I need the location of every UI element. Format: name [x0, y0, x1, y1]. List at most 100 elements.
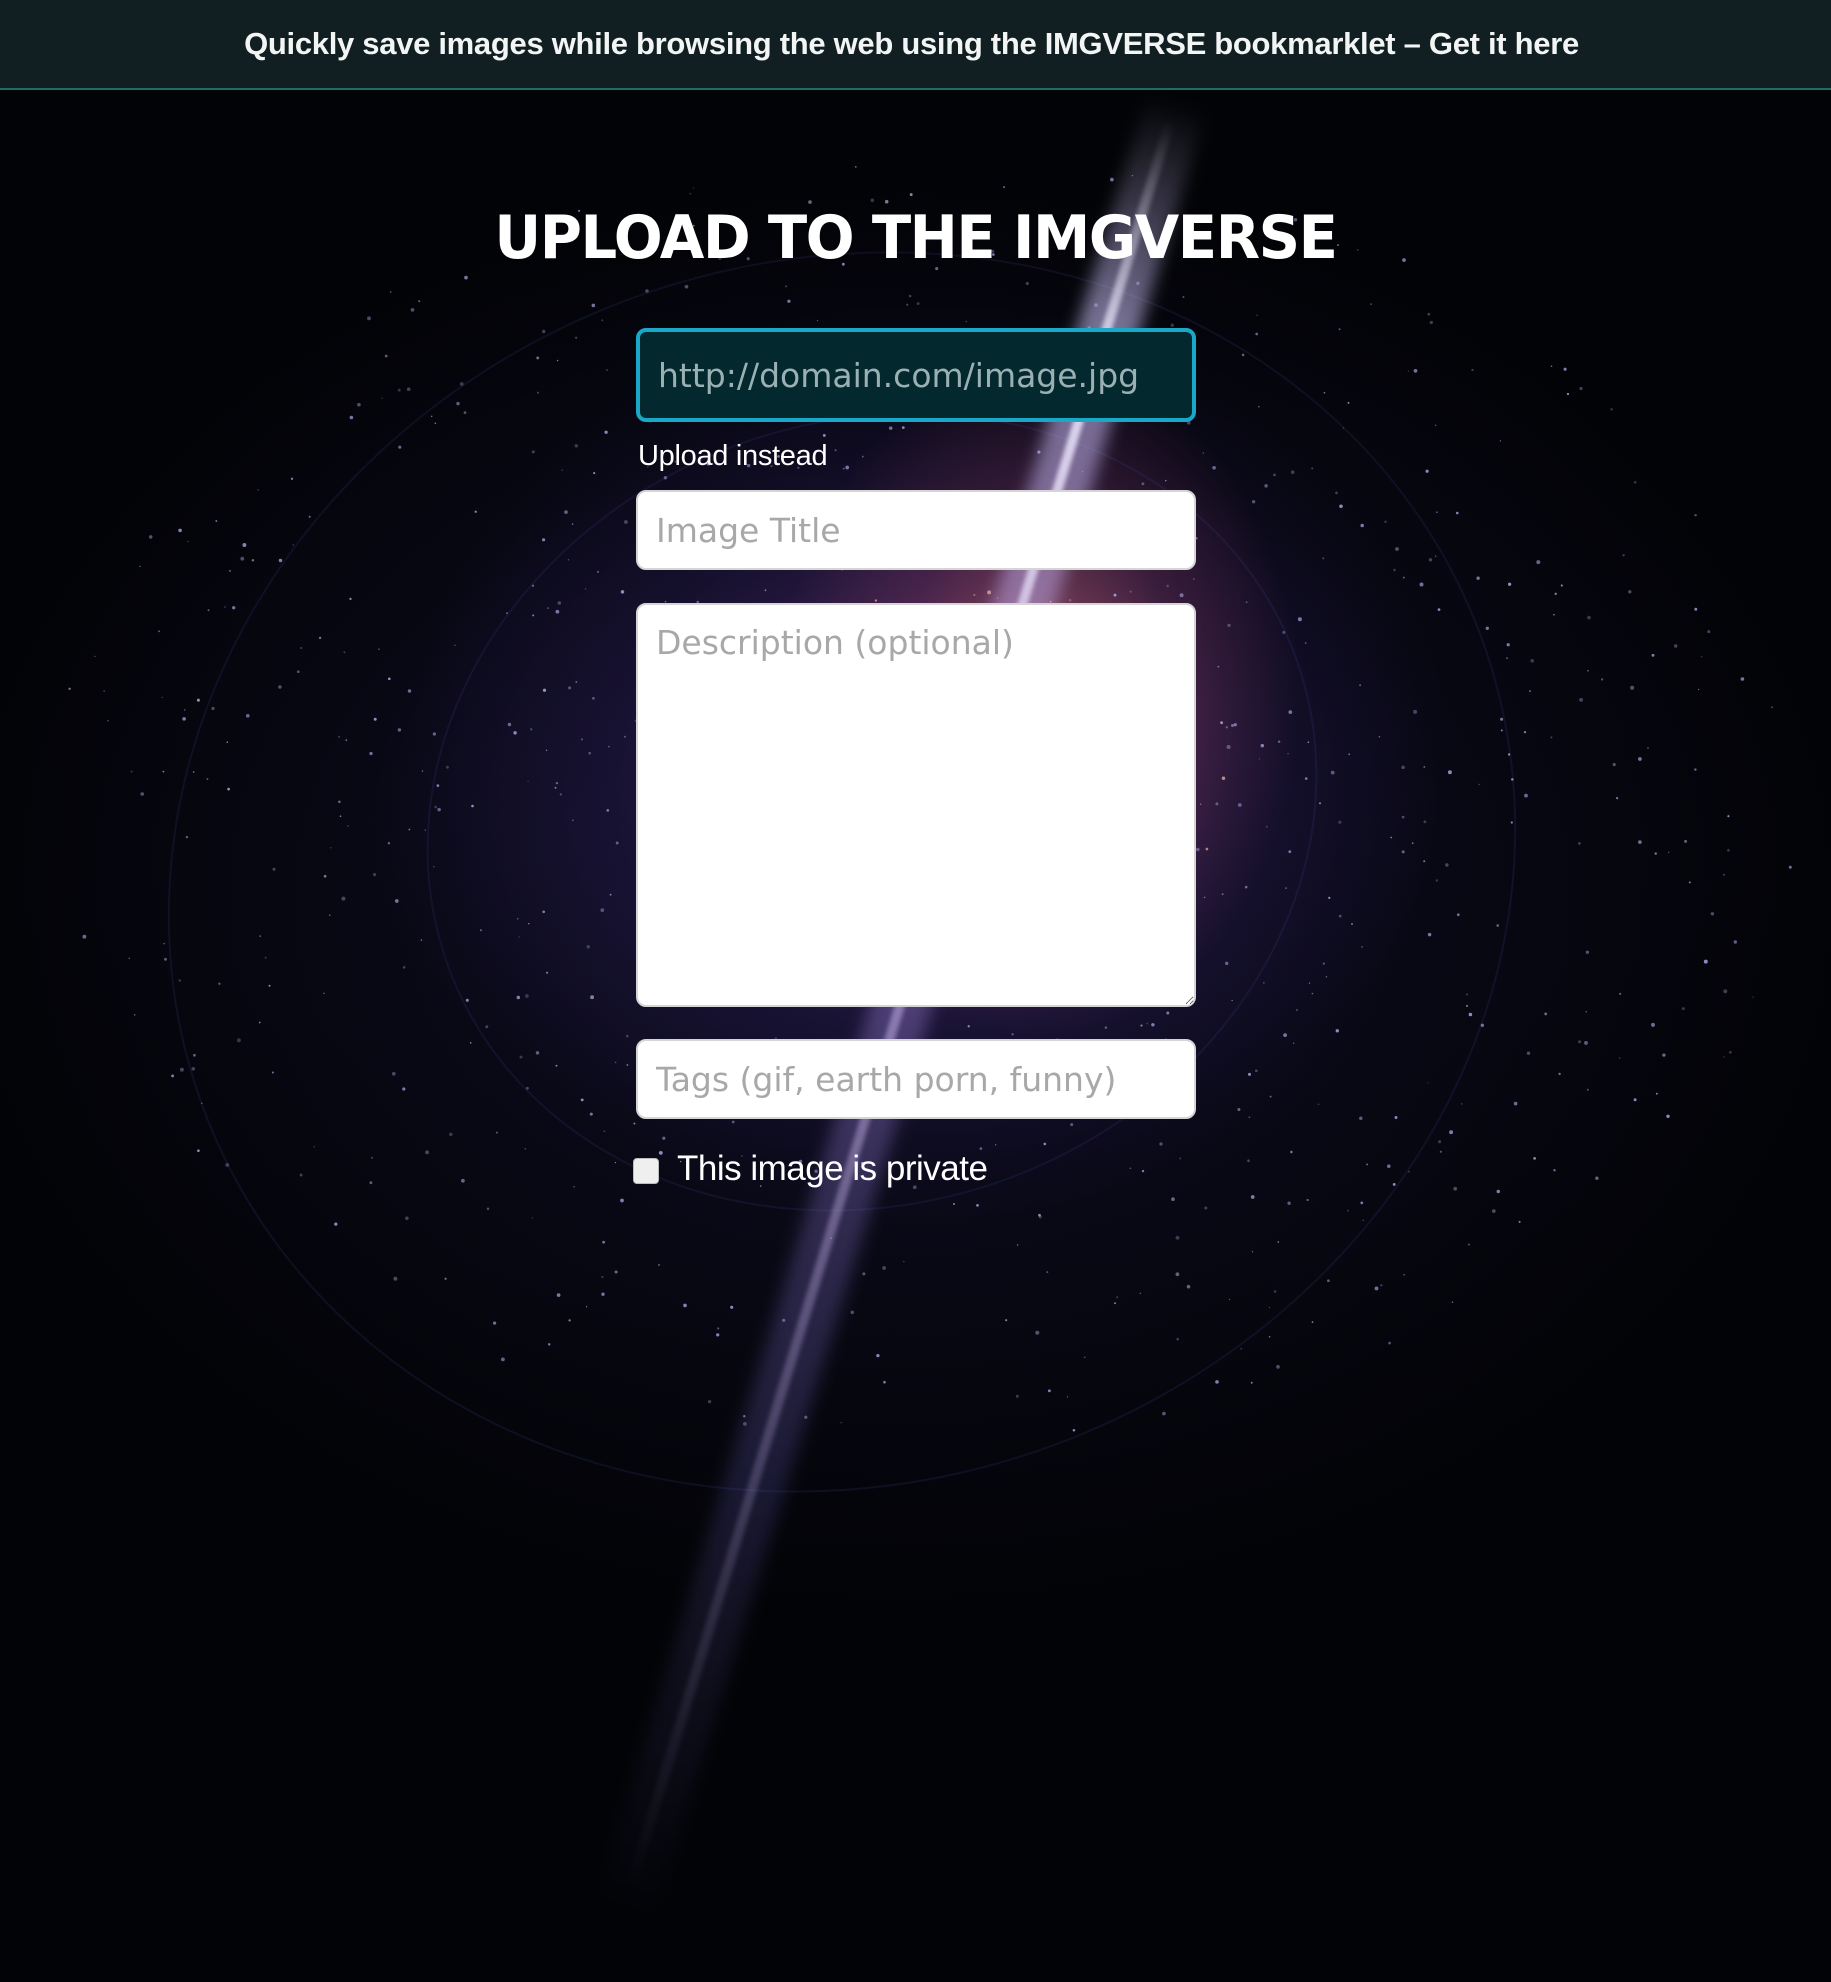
- star: [471, 804, 474, 808]
- star: [1449, 1130, 1454, 1135]
- star: [469, 1041, 472, 1044]
- star: [593, 472, 596, 475]
- star: [547, 1343, 551, 1346]
- star: [1526, 1051, 1531, 1055]
- star: [531, 584, 535, 587]
- star: [516, 917, 519, 920]
- star: [343, 651, 346, 654]
- star: [1434, 424, 1437, 427]
- star: [347, 825, 349, 827]
- star: [82, 934, 87, 939]
- get-it-here-link[interactable]: Get it here: [1429, 26, 1579, 61]
- star: [1046, 1271, 1049, 1274]
- star: [1263, 982, 1265, 984]
- star: [162, 770, 165, 773]
- star: [251, 559, 255, 562]
- image-title-input[interactable]: [636, 490, 1196, 570]
- star: [408, 828, 411, 831]
- star: [580, 738, 583, 741]
- star: [1492, 1209, 1496, 1213]
- star: [953, 1203, 955, 1205]
- star: [1215, 802, 1219, 806]
- star: [1182, 296, 1185, 298]
- star: [1468, 1012, 1473, 1017]
- star: [1110, 177, 1114, 182]
- star: [1453, 1186, 1458, 1191]
- star: [179, 1067, 184, 1072]
- star: [228, 569, 232, 573]
- star: [184, 709, 186, 711]
- star: [1325, 975, 1328, 978]
- star: [601, 319, 604, 322]
- star: [384, 354, 388, 358]
- star: [211, 706, 215, 711]
- star: [609, 893, 612, 896]
- star: [434, 422, 437, 424]
- star: [339, 815, 342, 817]
- star: [185, 835, 189, 839]
- star: [161, 696, 163, 698]
- star: [1727, 848, 1730, 852]
- star: [1347, 401, 1350, 404]
- star: [585, 1306, 588, 1308]
- star: [1413, 709, 1418, 714]
- star: [1225, 726, 1228, 729]
- star: [547, 607, 550, 610]
- star: [542, 329, 546, 334]
- star: [218, 982, 221, 985]
- star: [1335, 491, 1338, 495]
- star: [1247, 1072, 1252, 1076]
- star: [1460, 1103, 1463, 1105]
- star: [296, 670, 300, 674]
- star: [278, 685, 282, 689]
- star: [525, 994, 529, 998]
- star: [1204, 1206, 1208, 1210]
- star: [94, 655, 96, 658]
- star: [1728, 1050, 1732, 1054]
- star: [1116, 1296, 1119, 1299]
- star: [1203, 896, 1206, 899]
- private-label[interactable]: This image is private: [677, 1149, 988, 1189]
- star: [387, 677, 391, 681]
- star: [1394, 1116, 1398, 1119]
- upload-form: Upload instead This image is private: [633, 328, 1196, 1189]
- star: [1359, 1116, 1363, 1121]
- star: [369, 751, 373, 756]
- star: [1288, 850, 1292, 854]
- star: [381, 397, 383, 400]
- star: [1260, 743, 1265, 748]
- star: [1511, 778, 1514, 781]
- star: [430, 415, 433, 418]
- star: [689, 193, 691, 195]
- star: [1366, 1163, 1369, 1166]
- star: [1283, 1033, 1287, 1037]
- star: [1297, 617, 1302, 622]
- star: [1175, 1235, 1180, 1240]
- star: [518, 936, 520, 938]
- star: [620, 590, 625, 594]
- star: [1221, 893, 1224, 896]
- star: [290, 477, 294, 480]
- star: [334, 1222, 338, 1226]
- star: [909, 193, 913, 197]
- star: [1330, 770, 1335, 775]
- star: [1047, 1389, 1051, 1393]
- star: [1240, 1347, 1243, 1350]
- star: [103, 690, 105, 692]
- star: [573, 1185, 575, 1188]
- description-textarea[interactable]: [636, 603, 1196, 1007]
- star: [299, 1173, 303, 1177]
- star: [1293, 1042, 1295, 1044]
- star: [589, 1112, 593, 1116]
- image-url-input[interactable]: [636, 328, 1196, 422]
- star: [402, 966, 406, 969]
- star: [524, 1148, 527, 1150]
- star: [1401, 765, 1405, 770]
- star: [1322, 557, 1325, 560]
- star: [148, 535, 153, 539]
- upload-instead-link[interactable]: Upload instead: [638, 440, 1196, 473]
- star: [1273, 473, 1276, 477]
- tags-input[interactable]: [636, 1039, 1196, 1119]
- private-checkbox[interactable]: [633, 1158, 659, 1184]
- star: [1282, 630, 1286, 634]
